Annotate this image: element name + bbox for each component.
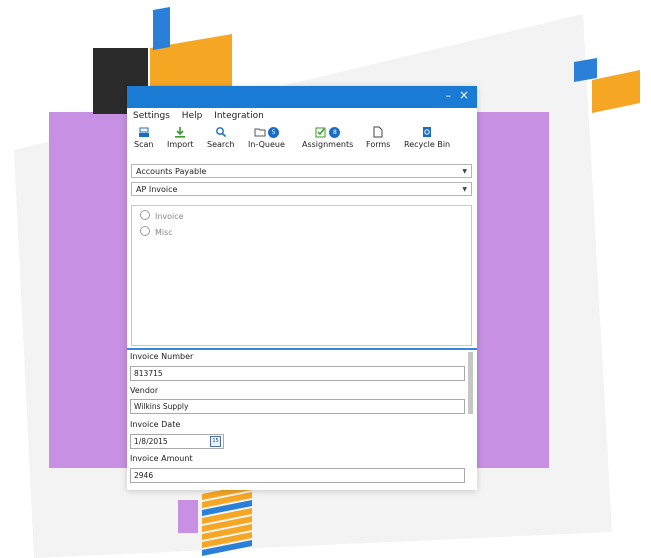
chevron-down-icon: ▼ — [462, 168, 467, 175]
scanner-icon — [138, 127, 149, 137]
department-select-value: Accounts Payable — [136, 167, 207, 176]
blue-block-top — [153, 7, 170, 50]
menu-settings[interactable]: Settings — [133, 111, 170, 121]
panel-splitter[interactable] — [127, 348, 477, 350]
department-select[interactable]: Accounts Payable ▼ — [131, 164, 472, 178]
invoice-date-field[interactable]: 1/8/2015 15 — [130, 434, 224, 449]
radio-circle — [140, 210, 150, 220]
orange-block-right — [592, 70, 640, 113]
menu-integration[interactable]: Integration — [214, 111, 264, 121]
recycle-bin-label: Recycle Bin — [404, 140, 451, 149]
app-window: – × Settings Help Integration Scan Impor… — [127, 86, 477, 490]
close-button[interactable]: × — [459, 88, 469, 102]
blue-block-right — [574, 58, 597, 82]
minimize-button[interactable]: – — [446, 89, 452, 102]
invoice-date-label: Invoice Date — [130, 420, 181, 429]
menu-bar: Settings Help Integration — [127, 108, 477, 124]
invoice-amount-field[interactable]: 2946 — [130, 468, 465, 483]
scan-label: Scan — [134, 140, 154, 149]
menu-help[interactable]: Help — [182, 111, 203, 121]
import-button[interactable]: Import — [167, 126, 194, 149]
checkbox-icon — [315, 127, 326, 138]
folder-icon — [254, 128, 266, 137]
download-icon — [175, 127, 186, 138]
recycle-bin-button[interactable]: Recycle Bin — [404, 126, 450, 149]
assignments-badge: 8 — [329, 126, 341, 138]
search-button[interactable]: Search — [207, 126, 234, 149]
radio-misc[interactable]: Misc — [140, 226, 173, 237]
scrollbar[interactable] — [468, 352, 473, 414]
import-label: Import — [167, 140, 194, 149]
in-queue-badge: 5 — [268, 126, 280, 138]
vendor-label: Vendor — [130, 386, 159, 395]
forms-button[interactable]: Forms — [366, 126, 390, 149]
assignments-button[interactable]: 8 Assignments — [302, 126, 353, 149]
vendor-field[interactable]: Wilkins Supply — [130, 399, 465, 414]
document-type-select[interactable]: AP Invoice ▼ — [131, 182, 472, 196]
document-class-list: Invoice Misc — [131, 205, 472, 346]
forms-label: Forms — [366, 140, 391, 149]
chevron-down-icon: ▼ — [462, 186, 467, 193]
search-label: Search — [207, 140, 235, 149]
recycle-bin-icon — [423, 127, 432, 137]
invoice-amount-label: Invoice Amount — [130, 454, 193, 463]
in-queue-button[interactable]: 5 In-Queue — [248, 126, 285, 149]
assignments-label: Assignments — [302, 140, 354, 149]
radio-invoice-label: Invoice — [155, 212, 184, 221]
in-queue-label: In-Queue — [248, 140, 285, 149]
radio-misc-label: Misc — [155, 228, 173, 237]
title-bar: – × — [127, 86, 477, 108]
invoice-number-label: Invoice Number — [130, 352, 194, 361]
document-icon — [373, 126, 383, 138]
radio-invoice[interactable]: Invoice — [140, 210, 184, 221]
calendar-icon[interactable]: 15 — [210, 436, 221, 447]
toolbar: Scan Import Search 5 In-Queue 8 Assignme… — [127, 124, 477, 156]
purple-block-bottom — [178, 500, 198, 533]
radio-circle — [140, 226, 150, 236]
scan-button[interactable]: Scan — [134, 126, 153, 149]
invoice-number-field[interactable]: 813715 — [130, 366, 465, 381]
search-icon — [215, 127, 226, 138]
document-type-select-value: AP Invoice — [136, 185, 178, 194]
invoice-date-value: 1/8/2015 — [134, 437, 168, 446]
